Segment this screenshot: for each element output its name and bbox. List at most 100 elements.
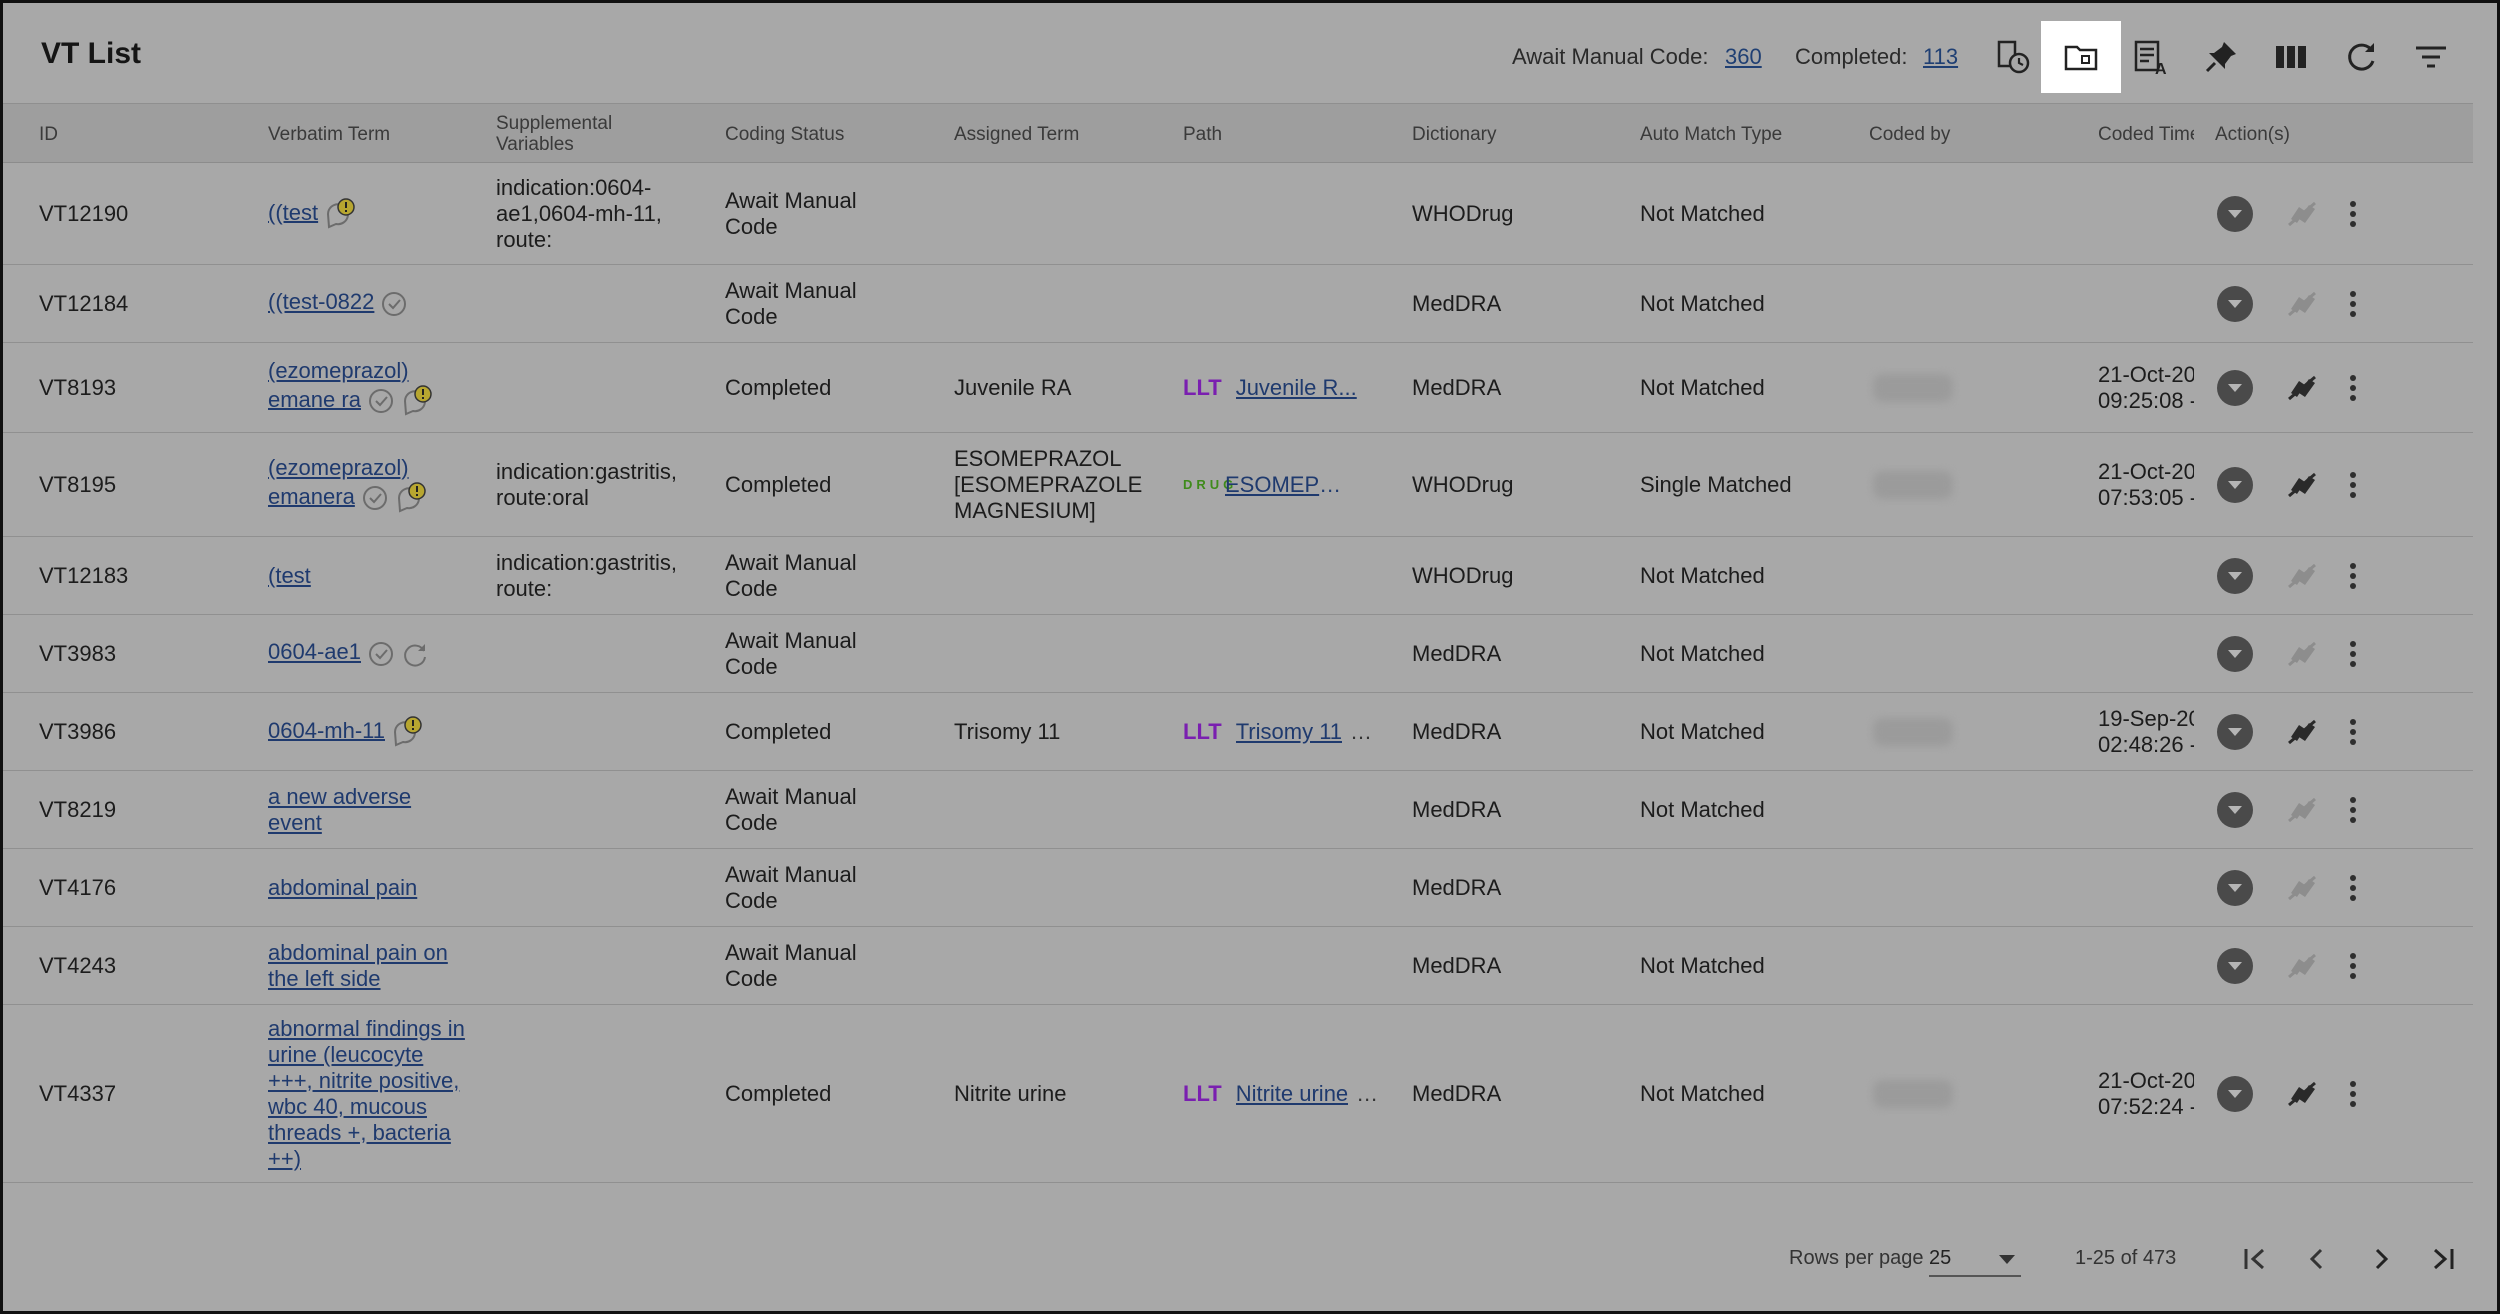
column-header-verbatim[interactable]: Verbatim Term [268, 104, 390, 164]
code-action-icon[interactable] [2285, 468, 2319, 502]
table-footer: Rows per page 25 1-25 of 473 [3, 1203, 2497, 1311]
column-header-coding-status[interactable]: Coding Status [725, 104, 844, 164]
table-row[interactable]: VT8193 (ezomeprazol) emane ra Completed Juv… [3, 343, 2473, 433]
column-header-coded-time[interactable]: Coded Time [2098, 104, 2194, 164]
column-header-assigned-term[interactable]: Assigned Term [954, 104, 1079, 164]
column-header-id[interactable]: ID [39, 104, 58, 164]
expand-dropdown-button[interactable] [2217, 466, 2253, 503]
code-action-icon[interactable] [2285, 371, 2319, 405]
await-manual-code-count-link[interactable]: 360 [1725, 44, 1762, 70]
verbatim-term-link[interactable]: ((test [268, 199, 318, 224]
verbatim-term-link[interactable]: a new adverse event [268, 784, 411, 835]
previous-page-button[interactable] [2297, 1239, 2337, 1279]
path-link[interactable]: Nitrite urine [1236, 1081, 1348, 1107]
table-row[interactable]: VT8195 (ezomeprazol) emanera indication:ga… [3, 433, 2473, 537]
verbatim-term-link[interactable]: 0604-ae1 [268, 639, 361, 664]
cell-auto-match: Not Matched [1640, 615, 1860, 692]
expand-dropdown-button[interactable] [2217, 1075, 2253, 1112]
check-circle-icon[interactable] [367, 387, 395, 415]
expand-dropdown-button[interactable] [2217, 369, 2253, 406]
query-warning-icon[interactable] [395, 481, 429, 515]
first-page-button[interactable] [2235, 1239, 2275, 1279]
table-row[interactable]: VT4176 abdominal pain Await Manual Code Med… [3, 849, 2473, 927]
expand-dropdown-button[interactable] [2217, 635, 2253, 672]
column-header-supplemental[interactable]: Supplemental Variables [496, 104, 646, 164]
path-link[interactable]: Trisomy 11 [1236, 719, 1342, 745]
cell-path: LLT Trisomy 11… [1183, 693, 1383, 770]
coded-time-wrap: 21-Oct-20 07:53:05 - [2098, 459, 2194, 511]
column-header-coded-by[interactable]: Coded by [1869, 104, 1950, 164]
table-row[interactable]: VT4337 abnormal findings in urine (leucoc… [3, 1005, 2473, 1183]
expand-dropdown-button[interactable] [2217, 791, 2253, 828]
auto-match-type: Not Matched [1640, 718, 1765, 744]
column-header-dictionary[interactable]: Dictionary [1412, 104, 1496, 164]
verbatim-term-link[interactable]: abnormal findings in urine (leucocyte ++… [268, 1016, 465, 1171]
more-options-button[interactable] [2347, 872, 2359, 904]
more-options-button[interactable] [2347, 372, 2359, 404]
check-circle-icon[interactable] [367, 640, 395, 668]
expand-dropdown-button[interactable] [2217, 947, 2253, 984]
coding-status: Completed [725, 718, 832, 744]
filter-button[interactable] [2391, 21, 2471, 93]
more-options-button[interactable] [2347, 469, 2359, 501]
table-row[interactable]: VT8219 a new adverse event Await Manual Co… [3, 771, 2473, 849]
next-page-button[interactable] [2361, 1239, 2401, 1279]
path-link[interactable]: Juvenile R... [1236, 375, 1357, 401]
query-warning-icon[interactable] [324, 197, 358, 231]
column-header-auto-match[interactable]: Auto Match Type [1640, 104, 1782, 164]
rows-per-page-select[interactable]: 25 [1929, 1241, 2021, 1277]
expand-dropdown-button[interactable] [2217, 557, 2253, 594]
more-options-button[interactable] [2347, 716, 2359, 748]
folder-button[interactable] [2041, 21, 2121, 93]
cell-path [1183, 615, 1383, 692]
report-button[interactable]: A [2111, 21, 2191, 93]
rows-per-page-value: 25 [1929, 1247, 1952, 1269]
table-row[interactable]: VT4243 abdominal pain on the left side Awa… [3, 927, 2473, 1005]
drug-badge: DRUG [1183, 476, 1238, 492]
completed-count-link[interactable]: 113 [1923, 44, 1958, 70]
vt-id: VT8195 [39, 471, 117, 497]
refresh-button[interactable] [2321, 21, 2401, 93]
pin-button[interactable] [2181, 21, 2261, 93]
expand-dropdown-button[interactable] [2217, 285, 2253, 322]
rows-per-page-label: Rows per page [1789, 1247, 1924, 1269]
llt-badge: LLT [1183, 374, 1222, 400]
column-header-path[interactable]: Path [1183, 104, 1222, 164]
last-page-button[interactable] [2423, 1239, 2463, 1279]
verbatim-term-link[interactable]: 0604-mh-11 [268, 717, 385, 742]
table-row[interactable]: VT3986 0604-mh-11 Completed Trisomy 11 LLT Tr… [3, 693, 2473, 771]
check-circle-icon[interactable] [380, 290, 408, 318]
dictionary: MedDRA [1412, 1080, 1502, 1106]
coding-status: Await Manual Code [725, 627, 857, 679]
path-link[interactable]: ESOMEPRA... [1225, 472, 1353, 498]
more-options-button[interactable] [2347, 560, 2359, 592]
more-options-button[interactable] [2347, 638, 2359, 670]
query-warning-icon[interactable] [391, 715, 425, 749]
cell-dictionary: MedDRA [1412, 343, 1612, 432]
table-row[interactable]: VT12190 ((test indication:0604-ae1,0604-mh… [3, 163, 2473, 265]
verbatim-term-link[interactable]: ((test-0822 [268, 289, 374, 314]
table-row[interactable]: VT12183 (test indication:gastritis, route:… [3, 537, 2473, 615]
cell-verbatim: 0604-mh-11 [268, 693, 478, 770]
columns-button[interactable] [2251, 21, 2331, 93]
verbatim-term-link[interactable]: abdominal pain on the left side [268, 940, 448, 991]
more-options-button[interactable] [2347, 950, 2359, 982]
expand-dropdown-button[interactable] [2217, 869, 2253, 906]
code-action-icon[interactable] [2285, 1077, 2319, 1111]
expand-dropdown-button[interactable] [2217, 195, 2253, 232]
check-circle-icon[interactable] [361, 484, 389, 512]
verbatim-term-link[interactable]: abdominal pain [268, 875, 417, 900]
refresh-circle-icon[interactable] [401, 640, 429, 668]
expand-dropdown-button[interactable] [2217, 713, 2253, 750]
vt-id: VT12184 [39, 290, 129, 316]
more-options-button[interactable] [2347, 198, 2359, 230]
cell-dictionary: MedDRA [1412, 615, 1612, 692]
table-row[interactable]: VT12184 ((test-0822 Await Manual Code MedDR… [3, 265, 2473, 343]
verbatim-term-link[interactable]: (test [268, 563, 311, 588]
table-row[interactable]: VT3983 0604-ae1 Await Manual Code MedDRA Not… [3, 615, 2473, 693]
query-warning-icon[interactable] [401, 384, 435, 418]
code-action-icon[interactable] [2285, 715, 2319, 749]
more-options-button[interactable] [2347, 1078, 2359, 1110]
more-options-button[interactable] [2347, 794, 2359, 826]
more-options-button[interactable] [2347, 288, 2359, 320]
